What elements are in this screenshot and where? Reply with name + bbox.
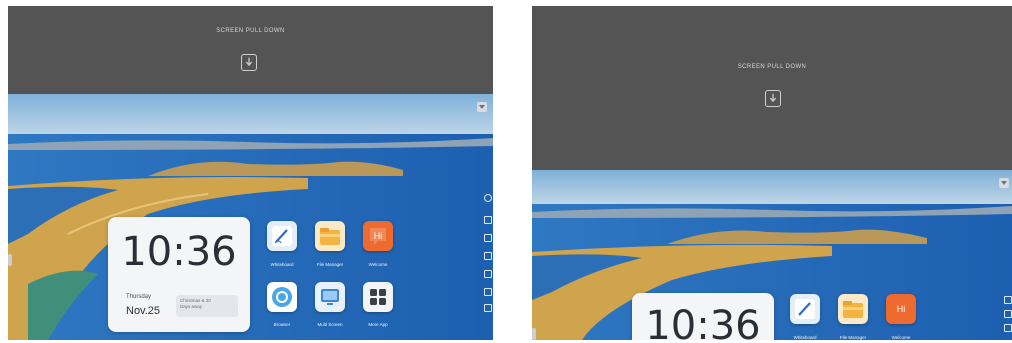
clock-widget[interactable]: 10:36 Thursday Nov.25 Christmas & 30 Day…	[108, 217, 250, 332]
multi-screen-icon	[321, 289, 339, 305]
welcome-label: Welcome	[368, 262, 388, 267]
pull-down-arrow-icon[interactable]	[241, 54, 257, 71]
welcome-hi-icon: Hi	[897, 304, 906, 314]
side-toolbar	[483, 194, 493, 314]
left-edge-handle[interactable]	[532, 328, 536, 340]
toolbar-settings-icon[interactable]	[484, 252, 492, 260]
toolbar-settings-icon[interactable]	[1004, 324, 1012, 332]
toolbar-more-icon[interactable]	[484, 304, 492, 312]
file-manager-label: File Manager	[839, 335, 867, 340]
file-manager-label: File Manager	[316, 262, 344, 267]
browser-app[interactable]	[267, 282, 297, 312]
whiteboard-app[interactable]	[790, 294, 820, 324]
welcome-app[interactable]: Hi	[886, 294, 916, 324]
toolbar-back-icon[interactable]	[1004, 310, 1012, 318]
whiteboard-label: Whiteboard	[793, 335, 817, 340]
whiteboard-label: Whiteboard	[270, 262, 294, 267]
more-app[interactable]	[363, 282, 393, 312]
toolbar-windows-icon[interactable]	[484, 288, 492, 296]
welcome-label: Welcome	[891, 335, 911, 340]
file-manager-app[interactable]	[838, 294, 868, 324]
desktop-wallpaper	[8, 94, 493, 340]
multi-screen-app[interactable]	[315, 282, 345, 312]
left-edge-handle[interactable]	[8, 254, 12, 266]
left-screen-preview: SCREEN PULL DOWN 10:36 Thursday Nov.25 C…	[8, 6, 493, 340]
clock-time: 10:36	[645, 303, 761, 340]
pull-down-arrow-icon[interactable]	[765, 90, 781, 107]
toolbar-dot-icon[interactable]	[484, 194, 492, 202]
multi-screen-label: Multi Screen	[317, 322, 343, 327]
whiteboard-app[interactable]	[267, 221, 297, 251]
welcome-glyph: Hi	[374, 231, 383, 241]
more-app-label: More App	[368, 322, 388, 327]
toolbar-back-icon[interactable]	[484, 234, 492, 242]
corner-menu-button[interactable]	[477, 102, 487, 112]
folder-icon	[843, 301, 863, 318]
browser-icon	[272, 287, 292, 307]
toolbar-home-icon[interactable]	[1004, 296, 1012, 304]
welcome-glyph: Hi	[897, 304, 906, 314]
screen-pull-down-area[interactable]: SCREEN PULL DOWN	[532, 6, 1012, 170]
welcome-hi-icon: Hi	[370, 228, 386, 245]
pull-down-label: SCREEN PULL DOWN	[737, 64, 807, 70]
browser-label: Browser	[273, 322, 291, 327]
toolbar-home-icon[interactable]	[484, 216, 492, 224]
clock-widget[interactable]: 10:36	[632, 293, 774, 340]
clock-time: 10:36	[121, 229, 237, 275]
countdown-line-2: Days away	[180, 304, 203, 309]
corner-menu-button[interactable]	[999, 178, 1009, 188]
welcome-app[interactable]: Hi	[363, 221, 393, 251]
folder-icon	[320, 228, 340, 245]
app-grid-icon	[370, 289, 386, 305]
whiteboard-pen-icon	[272, 226, 292, 246]
countdown-note: Christmas & 30 Days away	[176, 295, 238, 317]
right-screen-preview: SCREEN PULL DOWN 10:36 Whiteboard File M…	[532, 6, 1012, 340]
screen-pull-down-area[interactable]: SCREEN PULL DOWN	[8, 6, 493, 94]
file-manager-app[interactable]	[315, 221, 345, 251]
whiteboard-pen-icon	[795, 299, 815, 319]
weekday-label: Thursday	[126, 294, 152, 300]
pull-down-label: SCREEN PULL DOWN	[216, 28, 285, 34]
toolbar-annotate-icon[interactable]	[484, 270, 492, 278]
side-toolbar	[1003, 296, 1012, 336]
date-label: Nov.25	[126, 305, 161, 317]
